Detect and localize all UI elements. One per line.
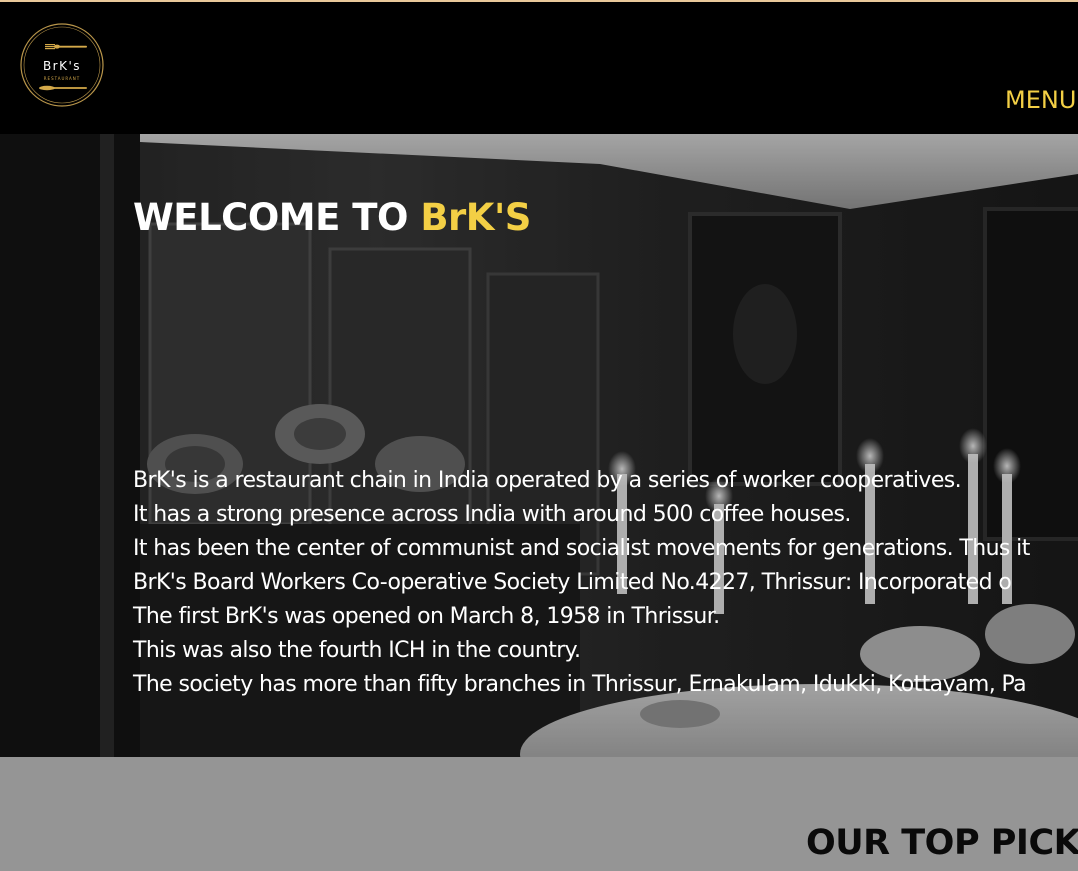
top-picks-title: OUR TOP PICKS [806,823,1078,863]
hero-paragraph: BrK's is a restaurant chain in India ope… [133,468,962,493]
brand-logo[interactable]: BrK's RESTAURANT [19,21,105,109]
nav-menu-link[interactable]: MENU [1005,86,1076,114]
hero-paragraph: It has been the center of communist and … [133,536,1030,561]
hero-paragraph: The first BrK's was opened on March 8, 1… [133,604,720,629]
hero-description: BrK's is a restaurant chain in India ope… [133,464,1078,702]
hero-paragraph: It has a strong presence across India wi… [133,502,851,527]
top-picks-section: OUR TOP PICKS [0,757,1078,871]
svg-text:BrK's: BrK's [43,59,81,73]
hero-title-prefix: WELCOME TO [133,196,421,239]
hero-section: WELCOME TO BrK'S BrK's is a restaurant c… [0,134,1078,757]
hero-title: WELCOME TO BrK'S [133,196,531,239]
svg-text:RESTAURANT: RESTAURANT [44,76,80,81]
hero-paragraph: BrK's Board Workers Co-operative Society… [133,570,1012,595]
logo-emblem-icon: BrK's RESTAURANT [20,23,104,107]
hero-title-brand: BrK'S [420,196,531,239]
site-header: BrK's RESTAURANT MENU [0,2,1078,134]
hero-paragraph: The society has more than fifty branches… [133,672,1027,697]
hero-paragraph: This was also the fourth ICH in the coun… [133,638,581,663]
